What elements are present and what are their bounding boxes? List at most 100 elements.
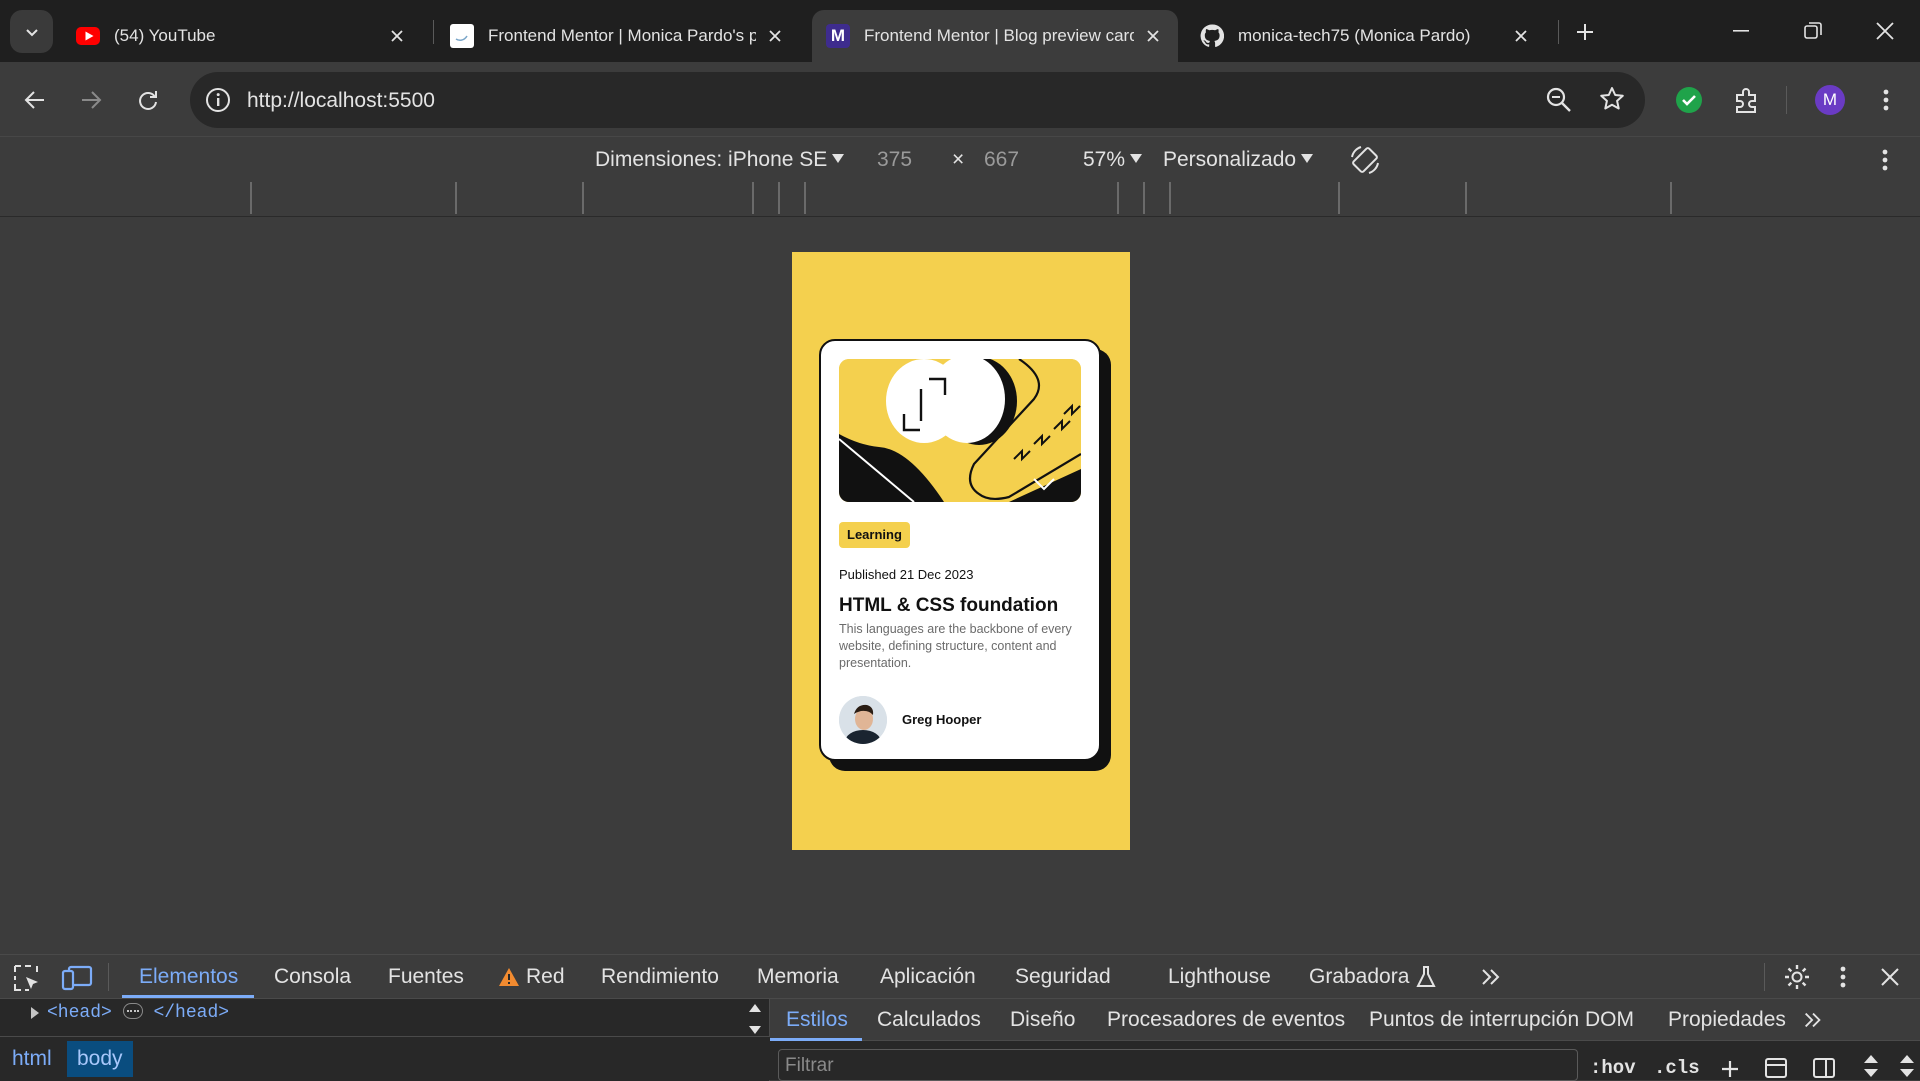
profile-button[interactable]: M <box>1810 80 1850 120</box>
tab-youtube[interactable]: (54) YouTube <box>62 10 422 62</box>
tab-github[interactable]: monica-tech75 (Monica Pardo) <box>1186 10 1546 62</box>
forward-button[interactable] <box>71 80 111 120</box>
tab-divider <box>108 963 109 991</box>
address-bar[interactable]: http://localhost:5500 <box>190 72 1645 128</box>
device-options-button[interactable] <box>1882 149 1888 171</box>
tab-fuentes[interactable]: Fuentes <box>388 965 464 989</box>
tab-separator <box>1558 20 1559 44</box>
gear-icon <box>1785 965 1809 989</box>
tab-search-button[interactable] <box>10 10 53 53</box>
arrow-right-icon <box>82 91 102 109</box>
breadcrumb-html[interactable]: html <box>2 1041 62 1077</box>
ruler-mark <box>1117 182 1119 214</box>
zoom-icon[interactable] <box>1545 86 1573 114</box>
minimize-icon <box>1733 30 1749 32</box>
zoom-dropdown[interactable]: 57% <box>1083 148 1143 172</box>
ellipsis-icon[interactable] <box>122 1003 143 1019</box>
hover-state-toggle[interactable]: :hov <box>1590 1057 1636 1079</box>
close-icon[interactable] <box>386 25 408 47</box>
device-mode-icon <box>61 965 93 991</box>
customize-devtools-button[interactable] <box>1840 966 1846 988</box>
throttle-dropdown[interactable]: Personalizado <box>1163 148 1314 172</box>
frontend-mentor-page-icon <box>450 24 474 48</box>
tab-propiedades[interactable]: Propiedades <box>1668 1008 1786 1032</box>
extensions-button[interactable] <box>1727 80 1767 120</box>
ruler-mark <box>1169 182 1171 214</box>
device-width-input[interactable]: 375 <box>877 148 912 172</box>
ruler-mark <box>1143 182 1145 214</box>
inspect-cursor-icon <box>14 965 38 991</box>
restore-button[interactable] <box>1778 0 1848 62</box>
blog-preview-card[interactable]: Learning Published 21 Dec 2023 HTML & CS… <box>819 339 1101 761</box>
tab-rendimiento[interactable]: Rendimiento <box>601 965 719 989</box>
tab-puntos-de-interrupcion-dom[interactable]: Puntos de interrupción DOM <box>1369 1008 1634 1032</box>
device-height-input[interactable]: 667 <box>984 148 1019 172</box>
more-tabs-button[interactable] <box>1479 965 1503 989</box>
element-state-icon[interactable] <box>1764 1057 1788 1079</box>
tab-procesadores-de-eventos[interactable]: Procesadores de eventos <box>1107 1008 1345 1032</box>
more-tabs-button[interactable] <box>1802 1009 1824 1031</box>
dom-node-head[interactable]: <head> </head> <box>47 1003 229 1023</box>
blog-description: This languages are the backbone of every… <box>839 622 1072 670</box>
device-dimensions-dropdown[interactable]: Dimensiones: iPhone SE <box>595 148 845 172</box>
github-icon <box>1200 24 1224 48</box>
tab-memoria[interactable]: Memoria <box>757 965 839 989</box>
class-toggle[interactable]: .cls <box>1654 1057 1700 1079</box>
tab-red[interactable]: Red <box>526 965 565 989</box>
reload-button[interactable] <box>128 80 168 120</box>
styles-tab-bar: Estilos Calculados Diseño Procesadores d… <box>770 999 1920 1041</box>
extension-check-button[interactable] <box>1669 80 1709 120</box>
tab-seguridad[interactable]: Seguridad <box>1015 965 1111 989</box>
more-vertical-icon <box>1882 149 1888 171</box>
expand-triangle-icon[interactable] <box>30 1007 40 1019</box>
settings-button[interactable] <box>1783 963 1811 991</box>
ruler-mark <box>1338 182 1340 214</box>
tab-lighthouse[interactable]: Lighthouse <box>1168 965 1271 989</box>
active-tab-indicator <box>122 995 254 998</box>
bookmark-star-icon[interactable] <box>1598 85 1626 113</box>
caret-down-icon <box>832 154 845 163</box>
back-button[interactable] <box>15 80 55 120</box>
browser-menu-button[interactable] <box>1866 80 1906 120</box>
tab-diseno[interactable]: Diseño <box>1010 1008 1075 1032</box>
pane-scroll-arrows[interactable] <box>1898 1053 1916 1079</box>
computed-sidebar-toggle-icon[interactable] <box>1812 1057 1836 1079</box>
close-icon[interactable] <box>764 25 786 47</box>
scroll-down-arrow[interactable] <box>748 1025 762 1035</box>
site-info-icon[interactable] <box>204 86 232 114</box>
author-avatar <box>839 696 887 744</box>
scroll-up-arrow[interactable] <box>748 1003 762 1013</box>
tab-elementos[interactable]: Elementos <box>139 965 238 989</box>
device-toolbar-toggle[interactable] <box>61 963 93 993</box>
rotate-button[interactable] <box>1348 143 1382 177</box>
pane-scroll-arrows[interactable] <box>1862 1053 1880 1079</box>
media-query-ruler[interactable] <box>0 182 1920 217</box>
tab-calculados[interactable]: Calculados <box>877 1008 981 1032</box>
tab-consola[interactable]: Consola <box>274 965 351 989</box>
close-icon[interactable] <box>1142 25 1164 47</box>
youtube-icon <box>76 24 100 48</box>
blog-title[interactable]: HTML & CSS foundation <box>839 595 1058 617</box>
styles-filter-input[interactable]: Filtrar <box>778 1049 1578 1081</box>
active-tab-indicator <box>770 1038 862 1041</box>
new-tab-button[interactable] <box>1570 17 1600 47</box>
inspect-element-button[interactable] <box>12 963 42 993</box>
device-toolbar: Dimensiones: iPhone SE 375 × 667 57% Per… <box>0 136 1920 182</box>
minimize-button[interactable] <box>1706 0 1776 62</box>
toolbar-divider <box>1786 86 1787 114</box>
tab-strip: (54) YouTube Frontend Mentor | Monica Pa… <box>0 0 1920 62</box>
tab-blog-preview-card[interactable]: M Frontend Mentor | Blog preview card <box>812 10 1178 62</box>
new-style-rule-button[interactable] <box>1720 1059 1740 1079</box>
close-icon[interactable] <box>1510 25 1532 47</box>
tab-frontend-mentor-profile[interactable]: Frontend Mentor | Monica Pardo's pro <box>436 10 800 62</box>
blog-illustration <box>839 359 1081 502</box>
close-icon <box>1881 968 1899 986</box>
tab-aplicacion[interactable]: Aplicación <box>880 965 976 989</box>
close-window-button[interactable] <box>1850 0 1920 62</box>
breadcrumb-body[interactable]: body <box>67 1041 133 1077</box>
emulated-device-screen: Learning Published 21 Dec 2023 HTML & CS… <box>792 252 1130 850</box>
chevron-double-right-icon <box>1805 1012 1821 1028</box>
close-devtools-button[interactable] <box>1880 967 1900 987</box>
tab-grabadora[interactable]: Grabadora <box>1309 965 1409 989</box>
tab-estilos[interactable]: Estilos <box>786 1008 848 1032</box>
